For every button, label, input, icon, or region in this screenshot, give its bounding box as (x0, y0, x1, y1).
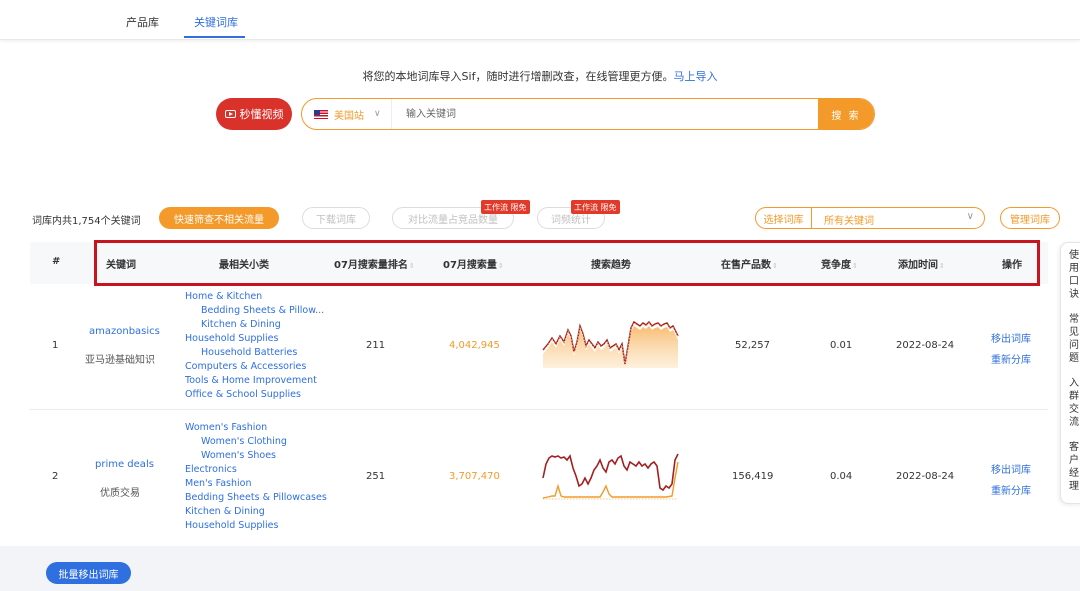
top-tab-bar: 产品库 关键词库 (0, 0, 1080, 40)
category-link[interactable]: Women's Fashion (185, 422, 267, 433)
keyword-count-text: 词库内共1,754个关键词 (32, 216, 141, 227)
category-link[interactable]: Household Batteries (201, 347, 297, 358)
us-flag-icon (314, 109, 328, 119)
help-side-panel: 使用口诀 常见问题 入群交流 客户经理 (1060, 242, 1080, 504)
import-prompt: 将您的本地词库导入Sif，随时进行增删改查，在线管理更方便。马上导入 (0, 68, 1080, 84)
category-link[interactable]: Bedding Sheets & Pillow... (201, 305, 324, 316)
category-link[interactable]: Office & School Supplies (185, 389, 301, 400)
category-link[interactable]: Home & Kitchen (185, 291, 262, 302)
manage-library-button[interactable]: 管理词库 (1000, 207, 1060, 229)
category-link[interactable]: Women's Clothing (201, 436, 287, 447)
remove-from-library-link[interactable]: 移出词库 (991, 330, 1031, 345)
download-library-button[interactable]: 下载词库 (302, 207, 370, 229)
video-tutorial-label: 秒懂视频 (239, 108, 284, 121)
library-select-label: 选择词库 (756, 208, 812, 228)
category-link[interactable]: Kitchen & Dining (185, 506, 265, 517)
tab-product-library[interactable]: 产品库 (126, 14, 159, 30)
keyword-link[interactable]: prime deals (95, 459, 154, 470)
competition-value: 0.04 (830, 471, 853, 482)
library-select[interactable]: 选择词库 所有关键词 ∨ (755, 207, 985, 229)
header-highlight-frame (94, 240, 1040, 286)
added-date: 2022-08-24 (896, 471, 955, 482)
keyword-search-box: 美国站 ∨ 搜 索 (301, 98, 875, 130)
reassign-library-link[interactable]: 重新分库 (991, 351, 1031, 366)
trend-line (542, 453, 679, 492)
marketplace-select[interactable]: 美国站 ∨ (302, 99, 392, 129)
search-rank: 211 (366, 340, 386, 351)
reassign-library-link[interactable]: 重新分库 (991, 482, 1031, 497)
category-link[interactable]: Women's Shoes (201, 450, 276, 461)
products-count: 156,419 (732, 471, 774, 482)
keyword-input[interactable] (394, 99, 814, 129)
keyword-link[interactable]: amazonbasics (89, 326, 160, 337)
tab-keyword-library[interactable]: 关键词库 (194, 14, 238, 30)
footer-bar (0, 546, 1080, 591)
workflow-free-badge: 工作流 限免 (571, 200, 620, 214)
active-tab-indicator (184, 36, 245, 38)
side-link-account-manager[interactable]: 客户经理 (1069, 441, 1080, 493)
category-link[interactable]: Computers & Accessories (185, 361, 306, 372)
search-trend-chart[interactable] (540, 448, 682, 504)
keyword-library-page: 产品库 关键词库 将您的本地词库导入Sif，随时进行增删改查，在线管理更方便。马… (0, 0, 1080, 591)
search-button[interactable]: 搜 索 (818, 99, 874, 129)
library-select-value: 所有关键词 (824, 216, 874, 227)
row-divider (30, 409, 1048, 410)
import-prompt-text: 将您的本地词库导入Sif，随时进行增删改查，在线管理更方便。 (362, 70, 674, 83)
added-date: 2022-08-24 (896, 340, 955, 351)
category-link[interactable]: Household Supplies (185, 333, 278, 344)
remove-from-library-link[interactable]: 移出词库 (991, 461, 1031, 476)
side-link-faq[interactable]: 常见问题 (1069, 313, 1080, 365)
workflow-free-badge: 工作流 限免 (481, 200, 530, 214)
category-link[interactable]: Men's Fashion (185, 478, 252, 489)
row-index: 1 (52, 340, 59, 351)
category-link[interactable]: Kitchen & Dining (201, 319, 281, 330)
side-link-join-group[interactable]: 入群交流 (1069, 377, 1080, 429)
category-link[interactable]: Bedding Sheets & Pillowcases (185, 492, 327, 503)
chevron-down-icon: ∨ (966, 211, 974, 222)
video-play-icon (224, 110, 236, 118)
keyword-translation: 亚马逊基础知识 (85, 355, 155, 366)
row-index: 2 (52, 471, 59, 482)
search-volume: 4,042,945 (449, 340, 500, 351)
video-tutorial-button[interactable]: 秒懂视频 (216, 98, 292, 130)
quick-filter-button[interactable]: 快速筛查不相关流量 (159, 207, 279, 229)
header-index: # (52, 256, 61, 267)
category-link[interactable]: Electronics (185, 464, 237, 475)
products-count: 52,257 (735, 340, 770, 351)
marketplace-label: 美国站 (334, 110, 364, 122)
competition-value: 0.01 (830, 340, 853, 351)
keyword-translation: 优质交易 (100, 488, 140, 499)
side-link-tips[interactable]: 使用口诀 (1069, 249, 1080, 301)
search-trend-chart[interactable] (540, 318, 682, 372)
category-link[interactable]: Household Supplies (185, 520, 278, 531)
search-rank: 251 (366, 471, 386, 482)
import-now-link[interactable]: 马上导入 (673, 70, 717, 83)
chevron-down-icon: ∨ (374, 109, 381, 119)
category-link[interactable]: Tools & Home Improvement (185, 375, 317, 386)
batch-remove-button[interactable]: 批量移出词库 (46, 562, 131, 584)
search-volume: 3,707,470 (449, 471, 500, 482)
